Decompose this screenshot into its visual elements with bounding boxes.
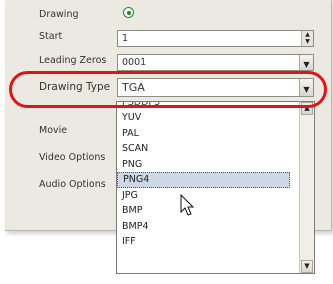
list-item[interactable]: PNG [117,157,290,173]
scroll-down-icon[interactable]: ▼ [301,260,313,273]
mouse-pointer-icon [180,194,195,216]
drawing-radio[interactable] [123,7,134,18]
start-field[interactable]: 1 ▲ ▼ [117,30,314,47]
spinner-arrows-icon[interactable]: ▲ ▼ [301,31,313,46]
list-item[interactable]: PAL [117,126,290,142]
drawing-type-options-list[interactable]: PSDDP3 YUV PAL SCAN PNG PNG4 JPG BMP BMP… [116,101,315,274]
audio-options-label: Audio Options [39,179,106,190]
list-item[interactable]: YUV [117,110,290,126]
list-item[interactable]: IFF [117,234,290,250]
highlight-oval [9,71,327,108]
movie-label: Movie [39,125,68,136]
list-item[interactable]: BMP4 [117,219,290,235]
start-label: Start [39,31,63,42]
drawing-label: Drawing [39,9,79,20]
radio-selected-dot [126,10,131,15]
leading-zeros-value: 0001 [122,57,147,68]
leading-zeros-label: Leading Zeros [39,55,107,66]
chevron-down-icon[interactable]: ▼ [299,55,313,70]
start-value: 1 [122,33,129,44]
leading-zeros-dropdown[interactable]: 0001 ▼ [117,54,314,71]
list-item[interactable]: JPG [117,188,290,204]
list-item[interactable]: BMP [117,203,290,219]
video-options-label: Video Options [39,152,106,163]
list-item[interactable]: SCAN [117,141,290,157]
list-item-highlighted[interactable]: PNG4 [117,172,290,188]
list-scrollbar[interactable]: ▲ ▼ [299,102,314,273]
